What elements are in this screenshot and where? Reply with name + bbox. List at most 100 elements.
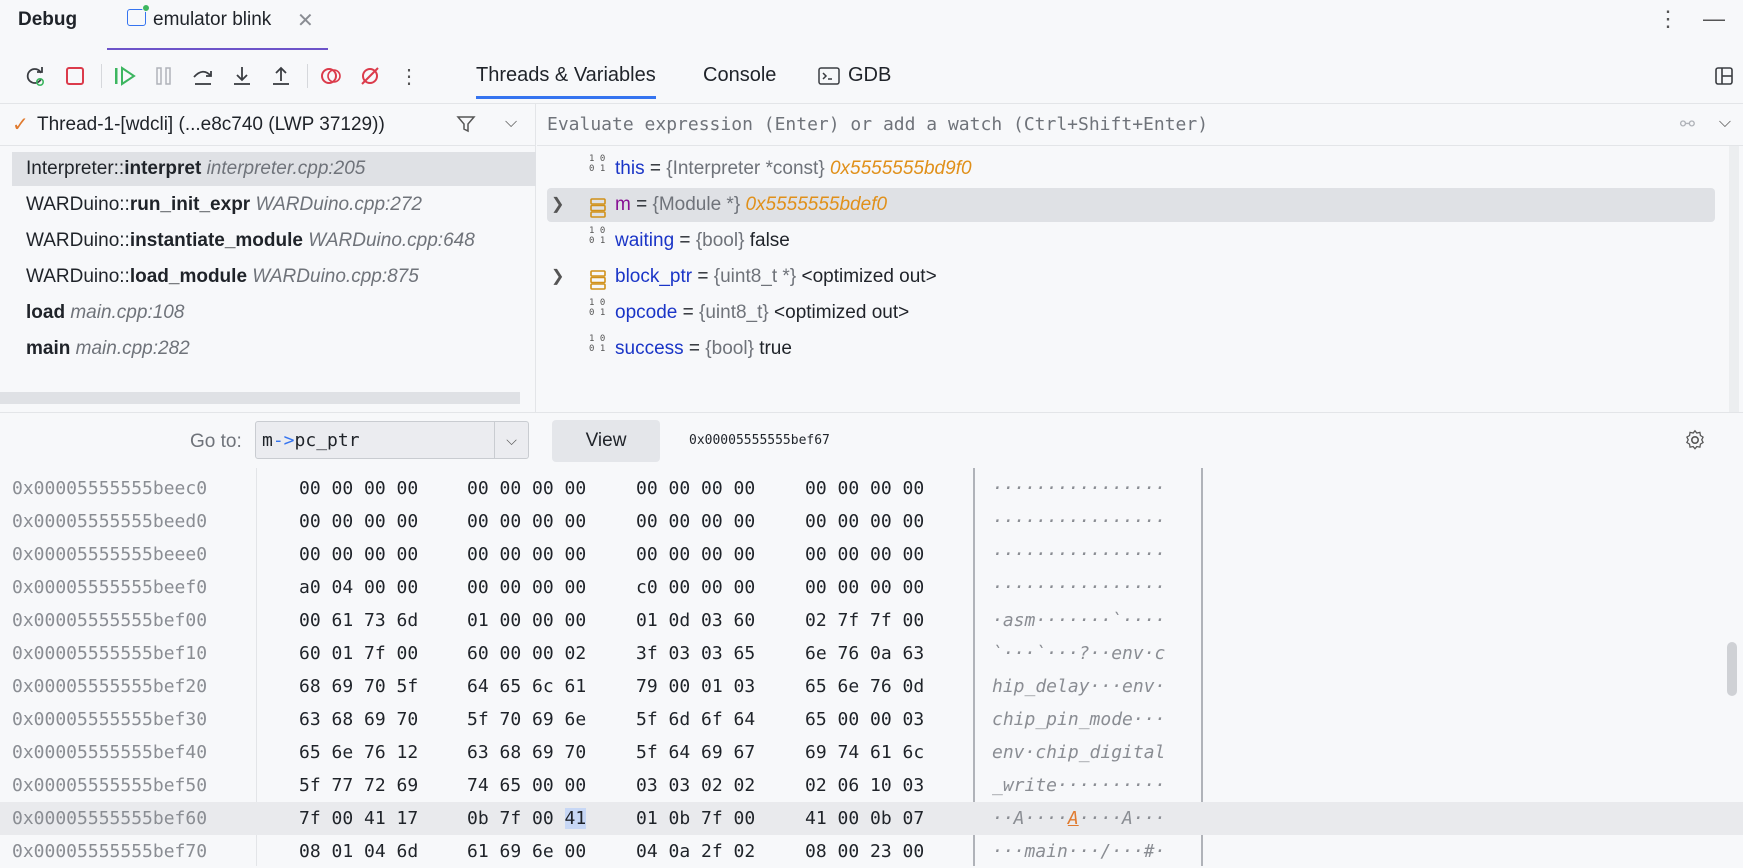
view-breakpoints-icon[interactable] (318, 63, 344, 89)
hex-bytes[interactable]: 63 68 69 70 (467, 736, 586, 769)
hex-bytes[interactable]: 79 00 01 03 (636, 670, 755, 703)
hex-bytes[interactable]: 5f 6d 6f 64 (636, 703, 755, 736)
variable-row[interactable]: 1 00 1 success = {bool} true (547, 332, 1715, 366)
hex-bytes[interactable]: 00 00 00 00 (467, 538, 586, 571)
hex-bytes[interactable]: 5f 77 72 69 (299, 769, 418, 802)
stack-frame[interactable]: WARDuino::instantiate_module WARDuino.cp… (12, 224, 536, 258)
hex-bytes[interactable]: 00 00 00 00 (299, 505, 418, 538)
variable-row[interactable]: 1 00 1 this = {Interpreter *const} 0x5555… (547, 152, 1715, 186)
hex-bytes[interactable]: 00 00 00 00 (636, 505, 755, 538)
stack-frame[interactable]: main main.cpp:282 (12, 332, 536, 366)
hex-bytes[interactable]: 03 03 02 02 (636, 769, 755, 802)
hex-bytes[interactable]: 74 65 00 00 (467, 769, 586, 802)
thread-selector[interactable]: ✓ Thread-1-[wdcli] (...e8c740 (LWP 37129… (0, 104, 536, 146)
stop-icon[interactable] (62, 63, 88, 89)
chevron-down-icon[interactable]: ⌵ (494, 422, 528, 458)
hex-bytes[interactable]: 65 00 00 03 (805, 703, 924, 736)
hex-bytes[interactable]: 02 7f 7f 00 (805, 604, 924, 637)
hex-bytes[interactable]: 00 00 00 00 (805, 571, 924, 604)
hex-bytes[interactable]: 00 00 00 00 (805, 505, 924, 538)
memory-hex-view[interactable]: 0x00005555555beec0 00 00 00 00 00 00 00 00… (0, 468, 1743, 866)
stack-frame[interactable]: WARDuino::load_module WARDuino.cpp:875 (12, 260, 536, 294)
view-button[interactable]: View (552, 420, 660, 462)
variable-row[interactable]: 1 00 1 opcode = {uint8_t} <optimized out> (547, 296, 1715, 330)
tab-gdb[interactable]: GDB (818, 64, 891, 87)
hex-bytes[interactable]: 00 00 00 00 (805, 538, 924, 571)
chevron-down-icon[interactable]: ⌵ (1719, 114, 1731, 132)
close-icon[interactable]: ✕ (297, 8, 314, 33)
vertical-scrollbar[interactable] (1729, 146, 1739, 412)
hex-bytes[interactable]: 01 0b 7f 00 (636, 802, 755, 835)
resume-icon[interactable] (112, 63, 138, 89)
hex-bytes[interactable]: 01 00 00 00 (467, 604, 586, 637)
more-options-icon[interactable]: ⋮ (1657, 6, 1679, 32)
hex-bytes[interactable]: 41 00 0b 07 (805, 802, 924, 835)
variable-row[interactable]: ❯ block_ptr = {uint8_t *} <optimized out> (547, 260, 1715, 294)
hex-bytes[interactable]: 65 6e 76 12 (299, 736, 418, 769)
filter-icon[interactable] (456, 114, 476, 139)
mute-breakpoints-icon[interactable] (357, 63, 383, 89)
hex-bytes[interactable]: 00 00 00 00 (467, 472, 586, 505)
step-into-icon[interactable] (229, 63, 255, 89)
chevron-right-icon[interactable]: ❯ (551, 260, 564, 294)
hex-bytes[interactable]: 65 6e 76 0d (805, 670, 924, 703)
hex-bytes[interactable]: 00 00 00 00 (299, 538, 418, 571)
minimize-icon[interactable]: — (1703, 6, 1725, 32)
hex-bytes[interactable]: 00 00 00 00 (636, 472, 755, 505)
tab-console[interactable]: Console (703, 64, 776, 87)
hex-bytes[interactable]: 60 00 00 02 (467, 637, 586, 670)
memory-address: 0x00005555555bef00 (12, 610, 208, 631)
hex-bytes[interactable]: 00 00 00 00 (805, 472, 924, 505)
pause-icon[interactable] (151, 63, 177, 89)
variable-type: {Module *} (652, 194, 741, 215)
hex-bytes[interactable]: 02 06 10 03 (805, 769, 924, 802)
hex-bytes[interactable]: 68 69 70 5f (299, 670, 418, 703)
toolbar-more-icon[interactable]: ⋮ (396, 63, 422, 89)
hex-bytes[interactable]: 5f 64 69 67 (636, 736, 755, 769)
frame-location: main.cpp:108 (70, 302, 185, 323)
hex-bytes[interactable]: a0 04 00 00 (299, 571, 418, 604)
tab-threads-variables[interactable]: Threads & Variables (476, 64, 656, 99)
hex-bytes[interactable]: 00 00 00 00 (636, 538, 755, 571)
hex-bytes[interactable]: 60 01 7f 00 (299, 637, 418, 670)
hex-bytes[interactable]: 08 01 04 6d (299, 835, 418, 868)
hex-bytes[interactable]: 00 00 00 00 (299, 472, 418, 505)
hex-bytes[interactable]: 5f 70 69 6e (467, 703, 586, 736)
session-tab-emulator-blink[interactable]: emulator blink ✕ (107, 0, 328, 50)
hex-bytes[interactable]: 04 0a 2f 02 (636, 835, 755, 868)
hex-bytes[interactable]: 01 0d 03 60 (636, 604, 755, 637)
debug-header: Debug emulator blink ✕ ⋮ — (0, 0, 1743, 50)
step-over-icon[interactable] (190, 63, 216, 89)
goto-address-input[interactable]: m->pc_ptr ⌵ (255, 421, 529, 459)
chevron-down-icon[interactable]: ⌵ (505, 114, 517, 132)
hex-bytes[interactable]: 00 61 73 6d (299, 604, 418, 637)
step-out-icon[interactable] (268, 63, 294, 89)
hex-bytes[interactable]: 69 74 61 6c (805, 736, 924, 769)
evaluate-expression-field[interactable]: Evaluate expression (Enter) or add a wat… (537, 104, 1743, 146)
hex-bytes[interactable]: 61 69 6e 00 (467, 835, 586, 868)
hex-bytes[interactable]: 64 65 6c 61 (467, 670, 586, 703)
variable-row[interactable]: 1 00 1 waiting = {bool} false (547, 224, 1715, 258)
memory-scrollbar[interactable] (1727, 642, 1737, 696)
hex-bytes[interactable]: 7f 00 41 17 (299, 802, 418, 835)
gear-icon[interactable] (1684, 429, 1706, 456)
chevron-right-icon[interactable]: ❯ (551, 188, 564, 222)
stack-frame[interactable]: Interpreter::interpret interpreter.cpp:2… (12, 152, 536, 186)
memory-row: 0x00005555555beed0 00 00 00 00 00 00 00 00… (0, 505, 1743, 538)
hex-bytes[interactable]: 00 00 00 00 (467, 505, 586, 538)
selected-byte[interactable]: 41 (564, 808, 587, 829)
hex-bytes[interactable]: 63 68 69 70 (299, 703, 418, 736)
add-watch-icon[interactable]: ⚯ (1680, 114, 1695, 135)
rerun-icon[interactable] (22, 63, 48, 89)
layout-icon[interactable] (1711, 63, 1737, 89)
hex-bytes[interactable]: 0b 7f 00 41 (467, 802, 587, 835)
hex-bytes[interactable]: 08 00 23 00 (805, 835, 924, 868)
stack-frame[interactable]: WARDuino::run_init_expr WARDuino.cpp:272 (12, 188, 536, 222)
hex-bytes[interactable]: 6e 76 0a 63 (805, 637, 924, 670)
variable-row[interactable]: ❯ m = {Module *} 0x5555555bdef0 (547, 188, 1715, 222)
hex-bytes[interactable]: 3f 03 03 65 (636, 637, 755, 670)
stack-frame[interactable]: load main.cpp:108 (12, 296, 536, 330)
hex-bytes[interactable]: 00 00 00 00 (467, 571, 586, 604)
horizontal-scrollbar[interactable] (0, 392, 520, 404)
hex-bytes[interactable]: c0 00 00 00 (636, 571, 755, 604)
